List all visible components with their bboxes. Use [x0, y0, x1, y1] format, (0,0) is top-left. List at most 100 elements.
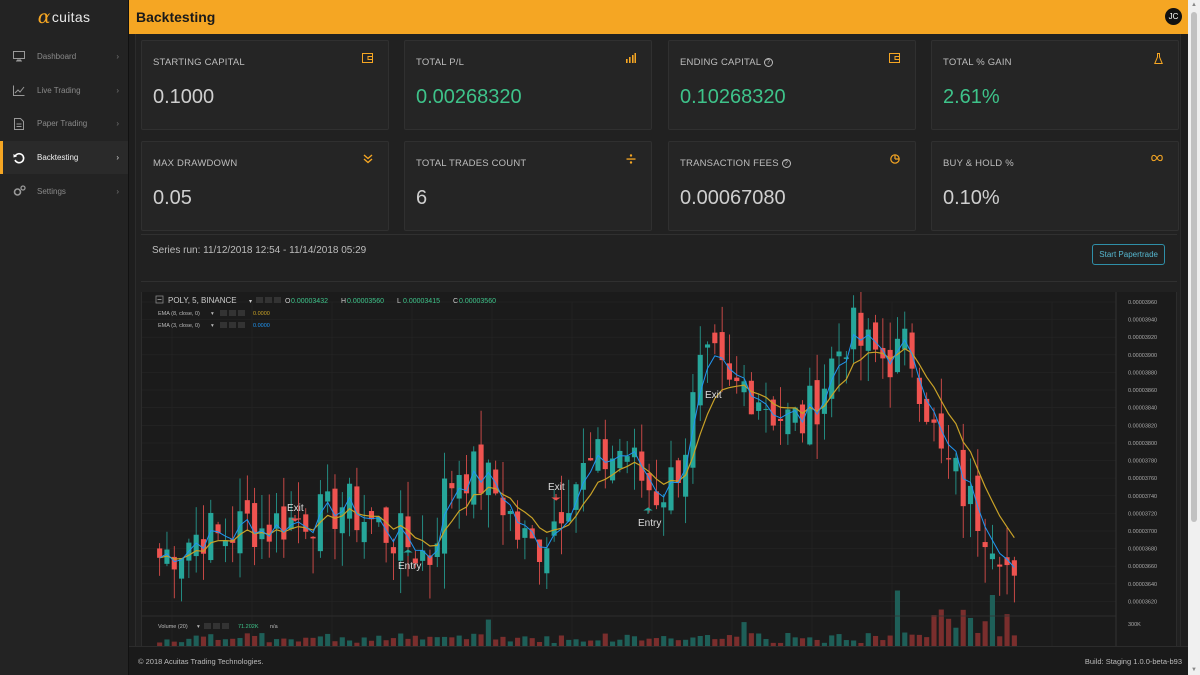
volume-bar: [427, 636, 433, 646]
candle-body: [719, 332, 725, 361]
legend-box-icon[interactable]: [238, 322, 245, 328]
ohlc-h-label: H: [341, 298, 346, 305]
volume-bar: [1011, 635, 1017, 646]
candle-body: [522, 528, 528, 538]
ema-fast-value: 0.0000: [253, 311, 270, 317]
footer: © 2018 Acuitas Trading Technologies. Bui…: [129, 646, 1188, 675]
page-scrollbar[interactable]: ▲ ▼: [1188, 0, 1200, 675]
sidebar-item-paper-trading[interactable]: Paper Trading ›: [0, 107, 128, 141]
volume-bar: [792, 637, 798, 646]
volume-bar: [449, 637, 455, 646]
legend-box-icon[interactable]: [220, 310, 227, 316]
legend-box-icon[interactable]: [222, 623, 229, 629]
help-circle-icon[interactable]: ?: [781, 159, 791, 168]
ema-fast-label[interactable]: EMA (8, close, 0): [158, 311, 200, 317]
dropdown-caret-icon[interactable]: ▾: [211, 311, 214, 317]
candle-body: [325, 491, 331, 502]
sidebar-item-backtesting[interactable]: Backtesting ›: [0, 140, 128, 175]
volume-bar: [339, 637, 345, 646]
scroll-up-icon[interactable]: ▲: [1191, 2, 1197, 8]
candle-body: [237, 511, 243, 554]
stat-label-text: ENDING CAPITAL: [680, 57, 761, 68]
volume-bar: [529, 638, 535, 646]
stat-label: STARTING CAPITAL: [153, 57, 245, 68]
stat-label: TOTAL % GAIN: [943, 57, 1012, 68]
legend-box-icon[interactable]: [213, 623, 220, 629]
volume-bar: [894, 590, 901, 646]
candle-body: [851, 307, 857, 350]
legend-box-icon[interactable]: [265, 297, 272, 303]
legend-box-icon[interactable]: [204, 623, 211, 629]
volume-bar: [193, 635, 199, 646]
dropdown-caret-icon[interactable]: ▾: [211, 323, 214, 329]
infinity-icon: [1151, 154, 1163, 165]
volume-bar: [697, 635, 703, 646]
volume-bar: [456, 635, 462, 646]
volume-bar: [931, 615, 937, 646]
candle-body: [902, 328, 908, 350]
chart-svg[interactable]: 0.00003960 0.00003940 0.00003920 0.00003900…: [142, 279, 1176, 675]
dropdown-caret-icon[interactable]: ▾: [197, 624, 200, 630]
volume-bar: [434, 637, 440, 646]
candle-body: [588, 458, 594, 461]
stat-value: 0.10%: [943, 187, 1000, 209]
volume-bar: [281, 638, 287, 646]
stat-card-ending-capital: ENDING CAPITAL ? 0.10268320: [668, 40, 916, 130]
document-icon: [12, 117, 26, 130]
volume-bar: [938, 609, 944, 646]
legend-box-icon[interactable]: [274, 297, 281, 303]
user-avatar[interactable]: JC: [1165, 8, 1182, 25]
scrollbar-thumb[interactable]: [1191, 12, 1197, 522]
price-tick-label: 0.00003860: [1128, 388, 1157, 394]
arrow-up-icon: [403, 549, 413, 556]
candle-body: [303, 514, 309, 532]
candle-body: [478, 444, 484, 494]
stat-value: 2.61%: [943, 86, 1000, 108]
acuitas-logo[interactable]: α cuitas: [0, 0, 128, 34]
volume-bar: [734, 636, 740, 646]
symbol-line[interactable]: POLY, 5, BINANCE: [168, 296, 237, 305]
candle-body: [383, 507, 389, 543]
scroll-down-icon[interactable]: ▼: [1191, 667, 1197, 673]
candle-body: [946, 458, 952, 460]
legend-box-icon[interactable]: [229, 322, 236, 328]
volume-bar: [273, 639, 280, 646]
ema-slow-label[interactable]: EMA (3, close, 0): [158, 323, 200, 329]
sidebar-item-label: Settings: [37, 186, 66, 196]
legend-box-icon[interactable]: [256, 297, 263, 303]
volume-bar: [924, 637, 930, 646]
volume-bar: [653, 638, 659, 646]
start-papertrade-button[interactable]: Start Papertrade: [1092, 244, 1165, 265]
stat-label: MAX DRAWDOWN: [153, 158, 238, 169]
legend-box-icon[interactable]: [238, 310, 245, 316]
help-circle-icon[interactable]: ?: [763, 58, 773, 67]
stat-label: TRANSACTION FEES ?: [680, 158, 791, 169]
price-chart[interactable]: 0.00003960 0.00003940 0.00003920 0.00003900…: [141, 279, 1177, 675]
sidebar-item-settings[interactable]: Settings ›: [0, 174, 128, 208]
volume-bar: [631, 636, 638, 646]
volume-bar: [624, 634, 630, 646]
candle-body: [361, 521, 367, 543]
candle-body: [778, 418, 784, 421]
volume-bar: [310, 637, 316, 646]
volume-label[interactable]: Volume (20): [158, 624, 188, 630]
sidebar-item-label: Backtesting: [37, 153, 79, 163]
double-chevron-down-icon: [363, 154, 373, 167]
volume-bar: [712, 639, 718, 646]
chevron-right-icon: ›: [116, 52, 119, 62]
dropdown-caret-icon[interactable]: ▾: [249, 299, 252, 305]
legend-box-icon[interactable]: [220, 322, 227, 328]
legend-box-icon[interactable]: [229, 310, 236, 316]
candle-body: [756, 402, 762, 411]
candle-body: [602, 439, 608, 470]
sidebar-item-dashboard[interactable]: Dashboard ›: [0, 40, 128, 74]
chevron-right-icon: ›: [116, 153, 119, 163]
candle-body: [975, 475, 981, 532]
ohlc-h-value: 0.00003560: [347, 298, 384, 305]
sidebar-item-live-trading[interactable]: Live Trading ›: [0, 74, 128, 108]
volume-bar: [946, 618, 952, 646]
volume-bar: [960, 609, 966, 646]
stat-label: BUY & HOLD %: [943, 158, 1014, 169]
volume-na: n/a: [270, 624, 279, 630]
ohlc-c-value: 0.00003560: [459, 298, 496, 305]
